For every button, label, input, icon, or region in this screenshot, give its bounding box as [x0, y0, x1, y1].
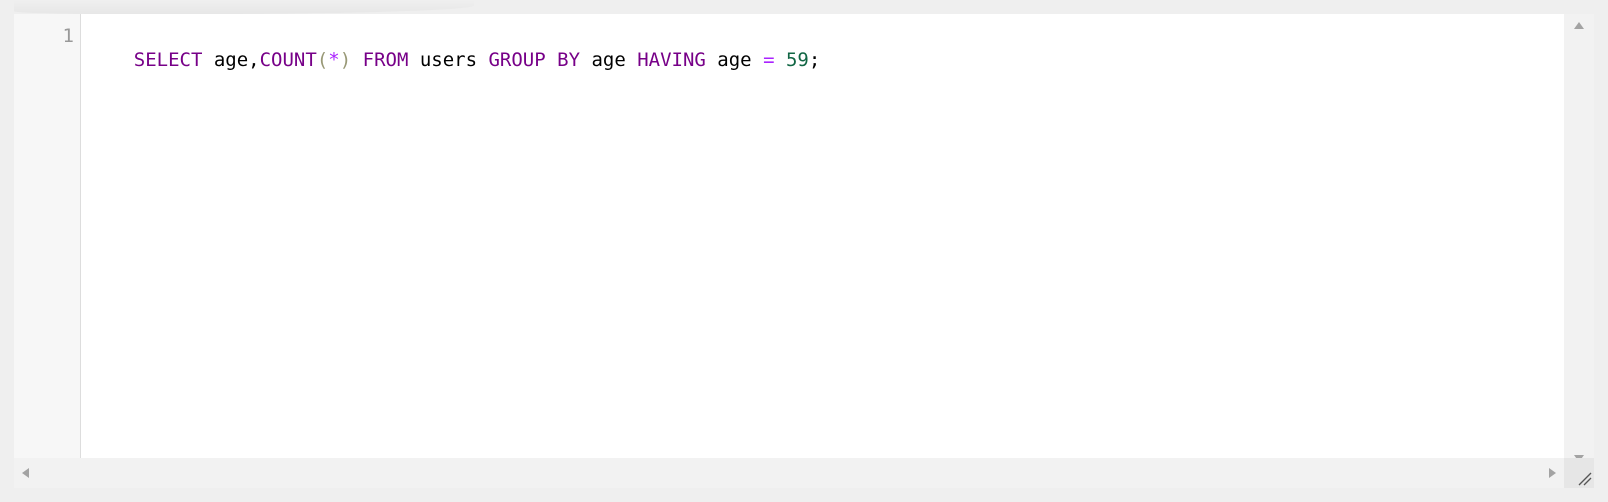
code-token: * [328, 49, 340, 71]
code-token: age, [202, 49, 260, 71]
code-token: users [408, 49, 489, 71]
code-token: 59 [785, 49, 809, 71]
scroll-right-icon[interactable] [1549, 468, 1556, 478]
code-token: = [763, 49, 775, 71]
code-token: ; [808, 49, 821, 71]
code-token: age [580, 49, 638, 71]
code-line-1: SELECT age,COUNT(*) FROM users GROUP BY … [134, 49, 821, 71]
code-token: ( [316, 49, 329, 71]
line-number-gutter: 1 [14, 14, 81, 470]
resize-grip-icon[interactable] [1564, 458, 1594, 488]
code-token: HAVING [637, 49, 706, 71]
code-token: FROM [362, 49, 409, 71]
vertical-scrollbar[interactable] [1564, 14, 1594, 470]
scroll-up-icon[interactable] [1574, 22, 1584, 29]
scroll-left-icon[interactable] [22, 468, 29, 478]
horizontal-scrollbar[interactable] [14, 458, 1564, 488]
code-token: BY [557, 49, 581, 71]
top-shadow [14, 0, 474, 14]
code-token: COUNT [259, 49, 317, 71]
code-input-area[interactable]: SELECT age,COUNT(*) FROM users GROUP BY … [88, 24, 1562, 464]
code-token: age [705, 49, 764, 71]
code-token: ) [339, 49, 352, 71]
code-token: SELECT [133, 49, 203, 71]
sql-editor[interactable]: 1 SELECT age,COUNT(*) FROM users GROUP B… [14, 14, 1594, 488]
line-number-1: 1 [62, 25, 74, 47]
code-token: GROUP [488, 49, 546, 71]
